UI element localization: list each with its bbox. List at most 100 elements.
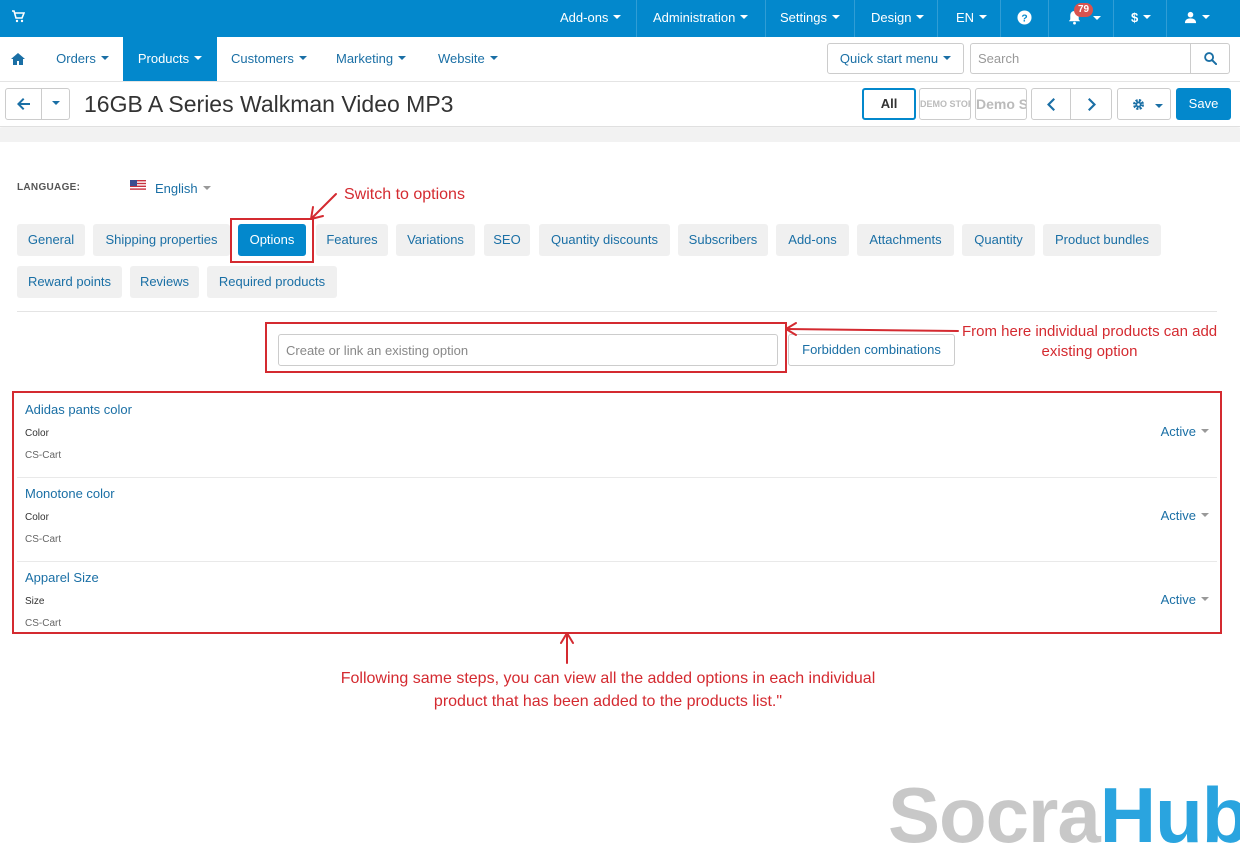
- currency-symbol: $: [1131, 10, 1139, 25]
- nav-orders[interactable]: Orders: [42, 37, 123, 81]
- separator: [1113, 0, 1114, 37]
- gear-icon: [1133, 99, 1144, 110]
- vendor-all-button[interactable]: All: [862, 88, 916, 120]
- chevron-down-icon: [100, 55, 109, 60]
- chevron-down-icon: [1143, 14, 1152, 19]
- nav-products[interactable]: Products: [123, 37, 217, 81]
- home-icon[interactable]: [11, 53, 25, 65]
- user-menu[interactable]: [1184, 0, 1210, 37]
- language-selector[interactable]: English: [155, 181, 211, 196]
- page-title: 16GB A Series Walkman Video MP3: [84, 91, 454, 117]
- divider: [17, 311, 1217, 312]
- administration-label: Administration: [653, 10, 736, 25]
- chevron-down-icon: [943, 55, 952, 60]
- tab-seo[interactable]: SEO: [484, 224, 530, 256]
- tab-features[interactable]: Features: [316, 224, 388, 256]
- question-circle-icon[interactable]: ?: [1017, 10, 1032, 25]
- us-flag-icon: [130, 180, 146, 191]
- nav-orders-label: Orders: [56, 51, 96, 66]
- annotation-line: product that has been added to the produ…: [433, 693, 783, 710]
- chevron-down-icon: [740, 14, 749, 19]
- tab-quantity[interactable]: Quantity: [962, 224, 1035, 256]
- annotation-switch-to-options: Switch to options: [344, 186, 465, 203]
- separator: [1048, 0, 1049, 37]
- tab-variations[interactable]: Variations: [396, 224, 475, 256]
- cart-icon[interactable]: [11, 9, 25, 23]
- tab-required-products[interactable]: Required products: [207, 266, 337, 298]
- chevron-down-icon: [51, 100, 60, 105]
- search-field: [970, 43, 1191, 74]
- chevron-down-icon: [1202, 14, 1210, 19]
- forbidden-combinations-button[interactable]: Forbidden combinations: [788, 334, 955, 366]
- chevron-down-icon: [194, 55, 203, 60]
- settings-menu[interactable]: Settings: [780, 0, 840, 37]
- currency-menu[interactable]: $: [1131, 0, 1152, 37]
- chevron-down-icon: [398, 55, 407, 60]
- administration-menu[interactable]: Administration: [653, 0, 749, 37]
- language-label: LANGUAGE:: [17, 182, 81, 193]
- nav-products-label: Products: [137, 51, 190, 66]
- arrow-icon: [310, 193, 337, 220]
- chevron-down-icon: [489, 55, 498, 60]
- tab-general[interactable]: General: [17, 224, 85, 256]
- notification-count-badge: 79: [1074, 3, 1094, 17]
- separator: [937, 0, 938, 37]
- back-button[interactable]: [5, 88, 42, 120]
- chevron-down-icon: [831, 14, 840, 19]
- nav-customers[interactable]: Customers: [231, 37, 307, 81]
- separator: [765, 0, 766, 37]
- user-icon: [1184, 11, 1197, 24]
- settings-gear-button[interactable]: [1117, 88, 1171, 120]
- tab-product-bundles[interactable]: Product bundles: [1043, 224, 1161, 256]
- language-value: English: [155, 181, 198, 196]
- logo-part-blue: Hub: [1099, 771, 1240, 849]
- nav-customers-label: Customers: [231, 51, 294, 66]
- content-gap: [0, 128, 1240, 142]
- tab-reward-points[interactable]: Reward points: [17, 266, 122, 298]
- tab-subscribers[interactable]: Subscribers: [678, 224, 768, 256]
- chevron-right-icon: [1088, 98, 1096, 111]
- chevron-left-icon: [1047, 98, 1055, 111]
- chevron-down-icon: [613, 14, 622, 19]
- vendor-demo-store-2-button[interactable]: Demo Store: [975, 88, 1027, 120]
- separator: [636, 0, 637, 37]
- design-menu[interactable]: Design: [871, 0, 925, 37]
- chevron-down-icon: [1155, 104, 1163, 108]
- tab-attachments[interactable]: Attachments: [857, 224, 954, 256]
- addons-label: Add-ons: [560, 10, 609, 25]
- chevron-down-icon: [298, 55, 307, 60]
- quick-start-menu-button[interactable]: Quick start menu: [827, 43, 964, 74]
- search-button[interactable]: [1190, 43, 1230, 74]
- language-menu[interactable]: EN: [956, 0, 988, 37]
- quick-start-label: Quick start menu: [839, 51, 939, 66]
- settings-label: Settings: [780, 10, 827, 25]
- separator: [1166, 0, 1167, 37]
- chevron-down-icon: [1093, 16, 1101, 20]
- design-label: Design: [871, 10, 912, 25]
- tab-shipping-properties[interactable]: Shipping properties: [93, 224, 230, 256]
- tab-addons[interactable]: Add-ons: [776, 224, 849, 256]
- top-bar: Add-ons Administration Settings Design E…: [0, 0, 1240, 37]
- nav-marketing[interactable]: Marketing: [336, 37, 407, 81]
- tab-reviews[interactable]: Reviews: [130, 266, 199, 298]
- annotation-line: From here individual products can add: [962, 323, 1218, 340]
- tab-quantity-discounts[interactable]: Quantity discounts: [539, 224, 670, 256]
- svg-text:?: ?: [1021, 13, 1027, 24]
- chevron-down-icon: [979, 14, 988, 19]
- back-history-dropdown[interactable]: [41, 88, 70, 120]
- search-icon: [1204, 52, 1217, 65]
- addons-menu[interactable]: Add-ons: [560, 0, 622, 37]
- annotation-existing-option: From here individual products can add ex…: [962, 322, 1217, 362]
- search-input[interactable]: [971, 44, 1191, 73]
- nav-website[interactable]: Website: [438, 37, 498, 81]
- annotation-highlight-options-list: [12, 391, 1222, 634]
- vendor-demo-store-button[interactable]: DEMO STORE: [919, 88, 971, 120]
- title-bar: 16GB A Series Walkman Video MP3 All DEMO…: [0, 82, 1240, 127]
- next-product-button[interactable]: [1070, 88, 1112, 120]
- previous-product-button[interactable]: [1031, 88, 1071, 120]
- save-button[interactable]: Save: [1176, 88, 1231, 120]
- chevron-down-icon: [916, 14, 925, 19]
- annotation-line: Following same steps, you can view all t…: [340, 670, 876, 687]
- language-code: EN: [956, 10, 975, 25]
- annotation-line: existing option: [1041, 343, 1138, 360]
